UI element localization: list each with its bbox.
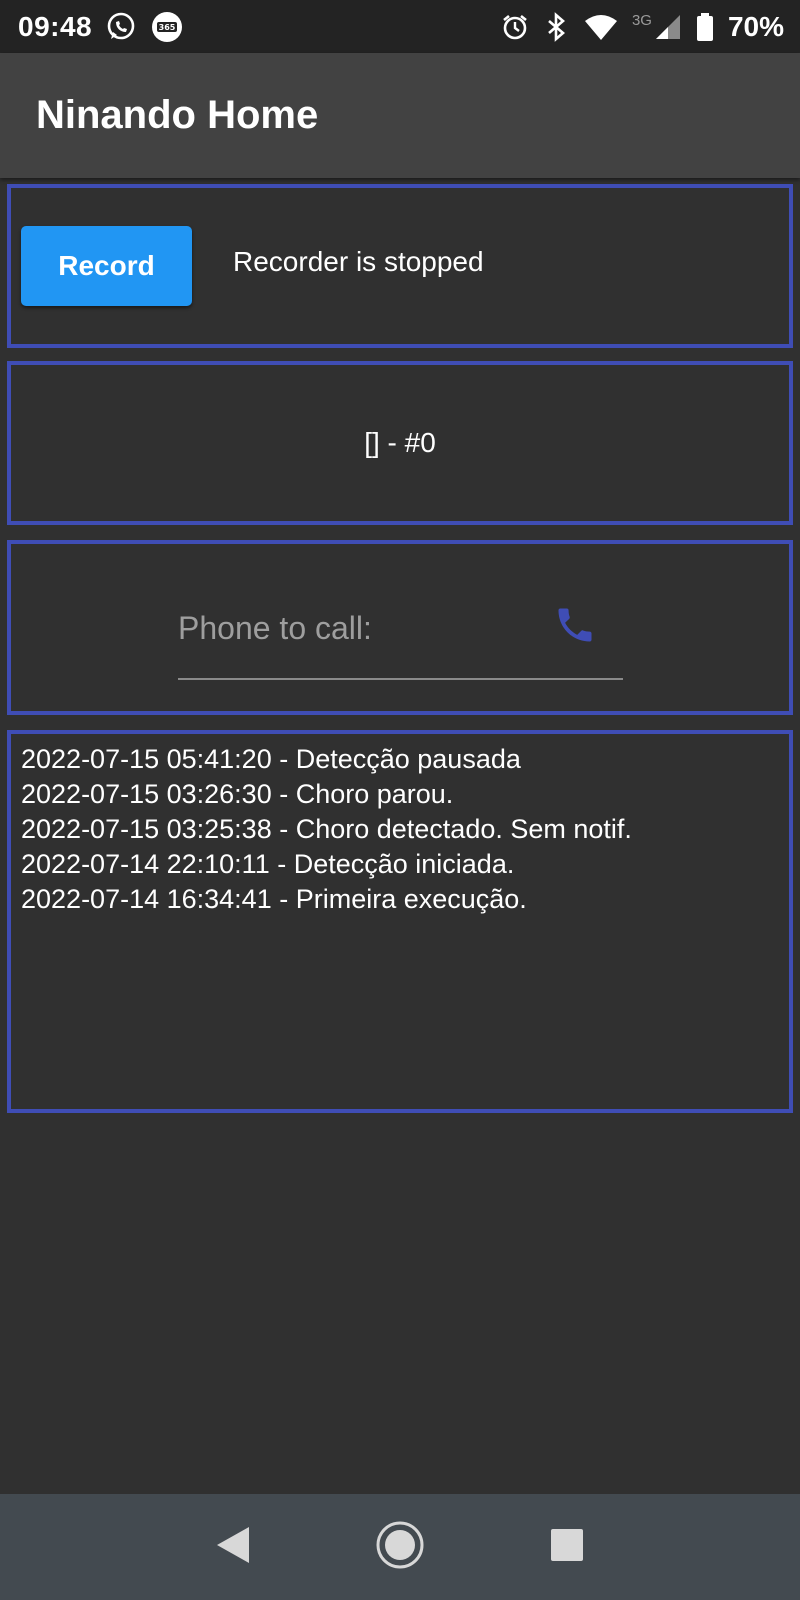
record-button[interactable]: Record <box>21 226 192 306</box>
cell-signal-icon <box>654 13 682 41</box>
battery-icon <box>696 12 714 42</box>
whatsapp-icon <box>106 12 136 42</box>
back-icon <box>215 1525 251 1570</box>
battery-percent: 70% <box>727 10 784 42</box>
log-list: 2022-07-15 05:41:20 - Detecção pausada 2… <box>21 742 632 917</box>
back-button[interactable] <box>203 1517 263 1577</box>
recorder-panel: Record Recorder is stopped <box>7 184 793 348</box>
status-left: 09:48 365 <box>18 10 184 44</box>
app-bar: Ninando Home <box>0 53 800 178</box>
log-entry: 2022-07-15 03:25:38 - Choro detectado. S… <box>21 814 632 844</box>
recents-button[interactable] <box>537 1517 597 1577</box>
wifi-icon <box>584 13 618 41</box>
log-panel: 2022-07-15 05:41:20 - Detecção pausada 2… <box>7 730 793 1113</box>
log-entry: 2022-07-15 05:41:20 - Detecção pausada <box>21 744 521 774</box>
app-365-label: 365 <box>159 23 176 32</box>
status-right: 3G 70% <box>500 11 784 43</box>
home-icon <box>375 1520 425 1575</box>
navigation-bar <box>0 1494 800 1600</box>
phone-panel <box>7 540 793 715</box>
log-entry: 2022-07-15 03:26:30 - Choro parou. <box>21 779 454 809</box>
log-entry: 2022-07-14 16:34:41 - Primeira execução. <box>21 884 527 914</box>
detection-count-text: [] - #0 <box>364 427 436 458</box>
recents-icon <box>550 1528 584 1567</box>
app-365-icon: 365 <box>150 10 184 44</box>
status-bar: 09:48 365 3G 70% <box>0 0 800 53</box>
phone-icon <box>553 603 597 652</box>
status-time: 09:48 <box>18 10 93 42</box>
home-button[interactable] <box>370 1517 430 1577</box>
alarm-icon <box>500 12 530 42</box>
bluetooth-icon <box>544 11 570 42</box>
recorder-status-text: Recorder is stopped <box>233 246 484 277</box>
log-entry: 2022-07-14 22:10:11 - Detecção iniciada. <box>21 849 515 879</box>
call-button[interactable] <box>548 600 602 654</box>
app-title: Ninando Home <box>36 93 319 137</box>
network-type-label: 3G <box>631 12 652 29</box>
phone-field <box>178 584 623 680</box>
detection-panel: [] - #0 <box>7 361 793 525</box>
phone-input[interactable] <box>178 604 518 652</box>
